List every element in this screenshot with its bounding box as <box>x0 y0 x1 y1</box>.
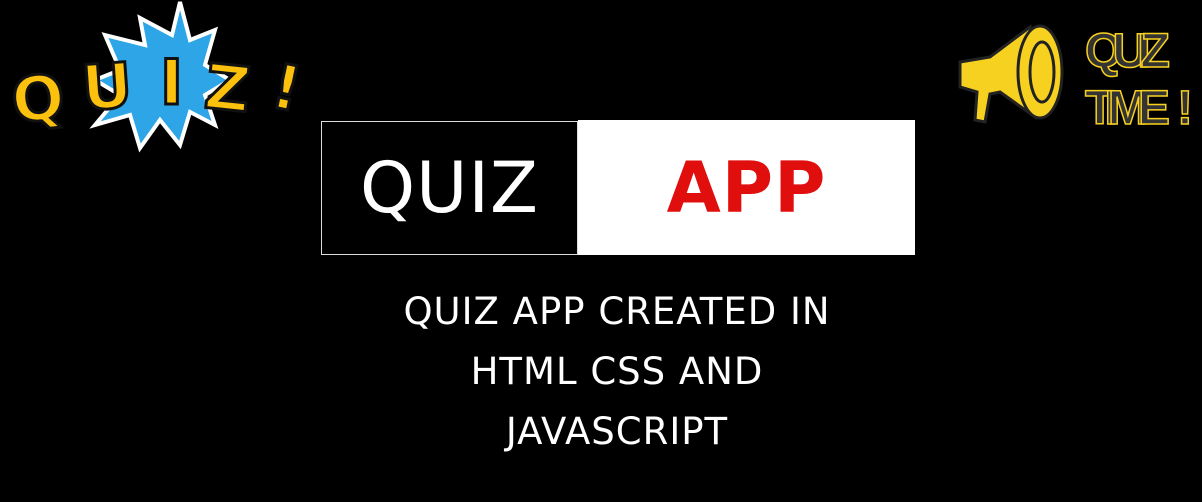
svg-text:Q: Q <box>8 60 68 138</box>
title-quiz-text: QUIZ <box>360 147 539 229</box>
title-app-box: APP <box>578 120 915 255</box>
svg-text:Z: Z <box>201 50 253 127</box>
subtitle-line: QUIZ APP CREATED IN <box>403 290 831 333</box>
title-quiz-box: QUIZ <box>321 121 578 255</box>
quiz-burst-logo: Q U I Z ! <box>7 1 309 153</box>
title-app-text: APP <box>666 146 827 229</box>
quiz-time-megaphone-logo: QUIZ TIME ! <box>958 24 1194 136</box>
svg-text:QUIZ: QUIZ <box>1085 25 1170 78</box>
subtitle: QUIZ APP CREATED IN HTML CSS AND JAVASCR… <box>317 282 917 462</box>
subtitle-line: JAVASCRIPT <box>505 410 729 453</box>
svg-text:U: U <box>79 49 134 125</box>
svg-text:!: ! <box>265 49 308 126</box>
svg-text:TIME: TIME <box>1085 82 1170 135</box>
svg-text:!: ! <box>1177 82 1193 135</box>
svg-text:I: I <box>160 46 183 119</box>
subtitle-line: HTML CSS AND <box>470 350 764 393</box>
